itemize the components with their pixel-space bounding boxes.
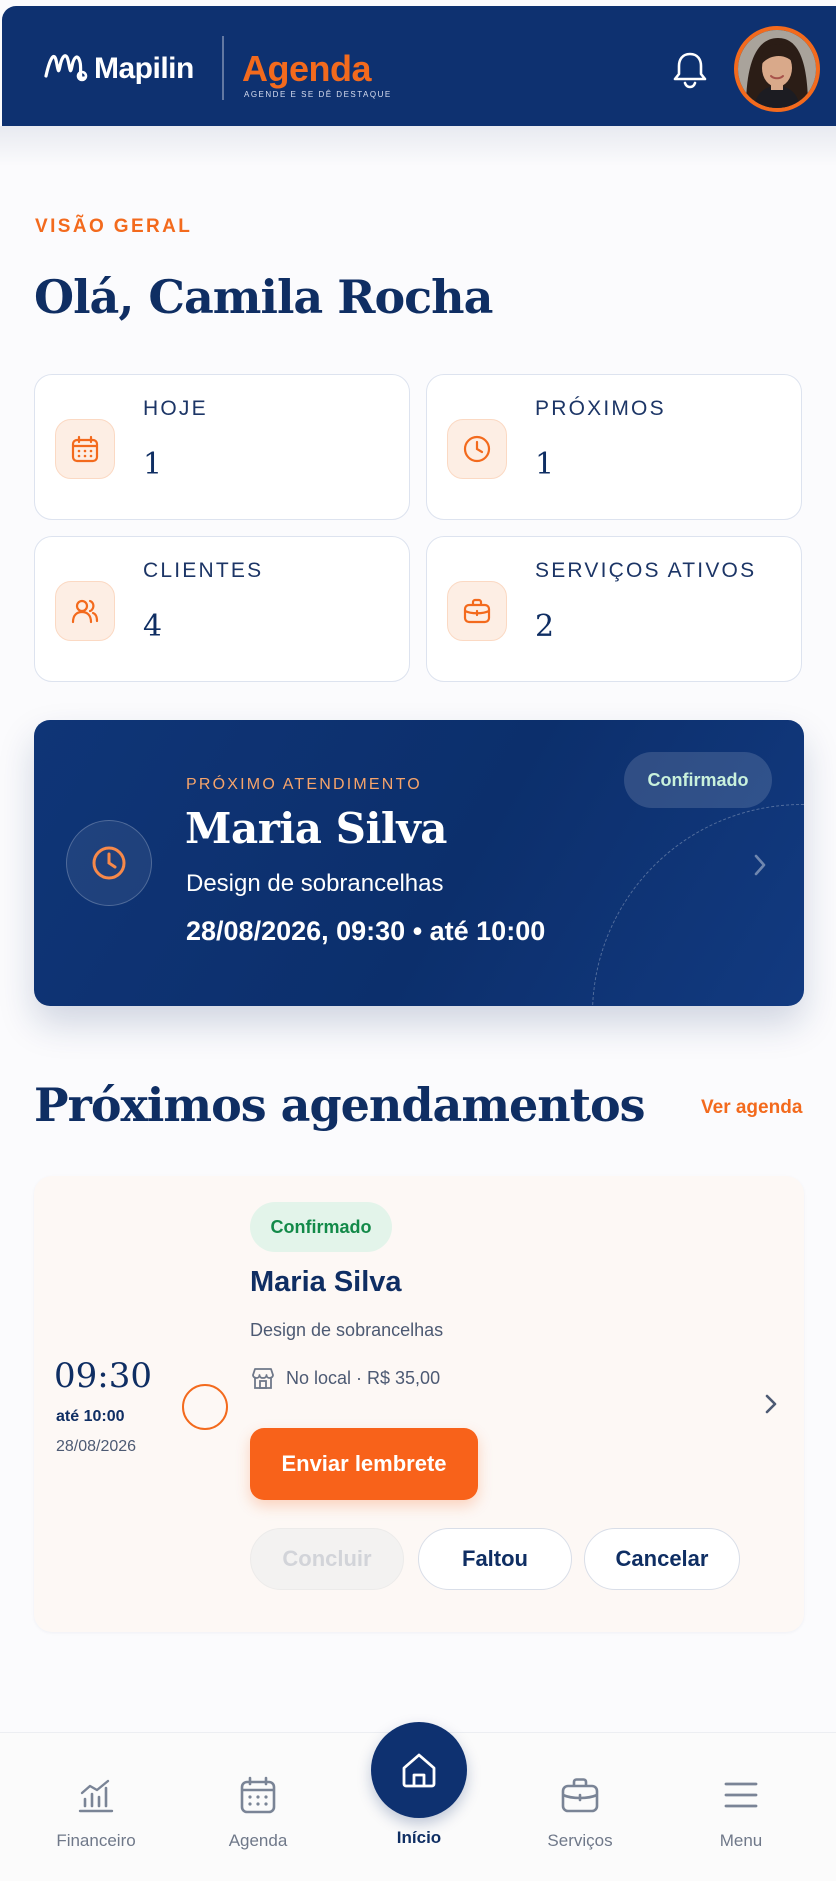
timeline-dot xyxy=(182,1384,228,1430)
header-shadow xyxy=(0,126,836,166)
store-icon xyxy=(252,1368,274,1389)
complete-button[interactable]: Concluir xyxy=(250,1528,404,1590)
cancel-button[interactable]: Cancelar xyxy=(584,1528,740,1590)
nav-label-active: Início xyxy=(396,1828,442,1847)
chart-icon xyxy=(78,1779,114,1813)
calendar-icon xyxy=(55,419,115,479)
avatar[interactable] xyxy=(734,26,820,112)
nav-label: Financeiro xyxy=(56,1831,136,1850)
next-appointment-eyebrow: PRÓXIMO ATENDIMENTO xyxy=(186,776,422,793)
appointment-card[interactable]: 09:30 até 10:00 28/08/2026 Confirmado Ma… xyxy=(34,1176,804,1632)
appointment-service: Design de sobrancelhas xyxy=(250,1320,444,1340)
nav-item-agenda[interactable]: Agenda xyxy=(198,1773,318,1863)
appointment-date: 28/08/2026 xyxy=(56,1438,137,1455)
users-icon xyxy=(55,581,115,641)
avatar-portrait xyxy=(738,30,816,108)
app-header: Mapilin Agenda AGENDE E SE DÊ DESTAQUE xyxy=(2,6,836,126)
calendar-icon xyxy=(240,1776,276,1814)
app-screen: Mapilin Agenda AGENDE E SE DÊ DESTAQUE V… xyxy=(0,0,836,1881)
appointment-location-price: No local · R$ 35,00 xyxy=(286,1367,441,1388)
upcoming-title: Próximos agendamentos xyxy=(34,1078,646,1132)
stat-label: CLIENTES xyxy=(143,559,264,582)
stat-card-upcoming[interactable]: PRÓXIMOS 1 xyxy=(426,374,802,520)
appointment-time: 09:30 xyxy=(54,1356,152,1396)
decorative-arc xyxy=(592,804,804,1006)
section-eyebrow: VISÃO GERAL xyxy=(35,216,193,237)
menu-icon xyxy=(724,1782,758,1808)
stat-label: PRÓXIMOS xyxy=(535,397,666,420)
stat-card-clients[interactable]: CLIENTES 4 xyxy=(34,536,410,682)
send-reminder-button[interactable]: Enviar lembrete xyxy=(250,1428,478,1500)
bell-icon[interactable] xyxy=(670,48,710,90)
status-badge: Confirmado xyxy=(624,752,772,808)
stat-value: 2 xyxy=(535,609,555,644)
brand-divider xyxy=(222,36,224,100)
nav-label: Agenda xyxy=(228,1831,288,1850)
nav-item-financeiro[interactable]: Financeiro xyxy=(36,1773,156,1863)
next-appointment-client: Maria Silva xyxy=(185,804,447,853)
no-show-button[interactable]: Faltou xyxy=(418,1528,572,1590)
nav-item-menu[interactable]: Menu xyxy=(681,1773,801,1863)
next-appointment-card[interactable]: PRÓXIMO ATENDIMENTO Maria Silva Design d… xyxy=(34,720,804,1006)
stat-card-today[interactable]: HOJE 1 xyxy=(34,374,410,520)
appointment-meta: No local · R$ 35,00 xyxy=(250,1364,440,1392)
app-title: Agenda xyxy=(242,48,372,89)
stat-value: 1 xyxy=(143,447,163,482)
briefcase-icon xyxy=(561,1778,599,1813)
next-appointment-datetime: 28/08/2026, 09:30 • até 10:00 xyxy=(186,916,546,946)
mapilin-logo-icon xyxy=(44,54,88,82)
nav-item-inicio[interactable] xyxy=(371,1722,467,1818)
chevron-right-icon[interactable] xyxy=(750,850,770,880)
greeting-title: Olá, Camila Rocha xyxy=(34,270,493,324)
stat-value: 4 xyxy=(143,609,163,644)
stat-label: HOJE xyxy=(143,397,208,420)
status-badge: Confirmado xyxy=(250,1202,392,1252)
nav-label: Serviços xyxy=(547,1831,613,1850)
briefcase-icon xyxy=(447,581,507,641)
appointment-client: Maria Silva xyxy=(250,1266,402,1298)
app-tagline: AGENDE E SE DÊ DESTAQUE xyxy=(244,90,392,99)
appointment-end-time: até 10:00 xyxy=(56,1408,125,1425)
next-appointment-service: Design de sobrancelhas xyxy=(186,870,444,897)
stat-value: 1 xyxy=(535,447,555,482)
nav-item-servicos[interactable]: Serviços xyxy=(520,1773,640,1863)
see-agenda-link[interactable]: Ver agenda xyxy=(701,1097,802,1119)
home-icon xyxy=(402,1753,436,1788)
clock-icon xyxy=(66,820,152,906)
chevron-right-icon[interactable] xyxy=(762,1390,780,1418)
stat-card-active-services[interactable]: SERVIÇOS ATIVOS 2 xyxy=(426,536,802,682)
stat-label: SERVIÇOS ATIVOS xyxy=(535,559,757,582)
clock-icon xyxy=(447,419,507,479)
nav-label: Menu xyxy=(719,1831,763,1850)
brand-name: Mapilin xyxy=(94,52,194,85)
